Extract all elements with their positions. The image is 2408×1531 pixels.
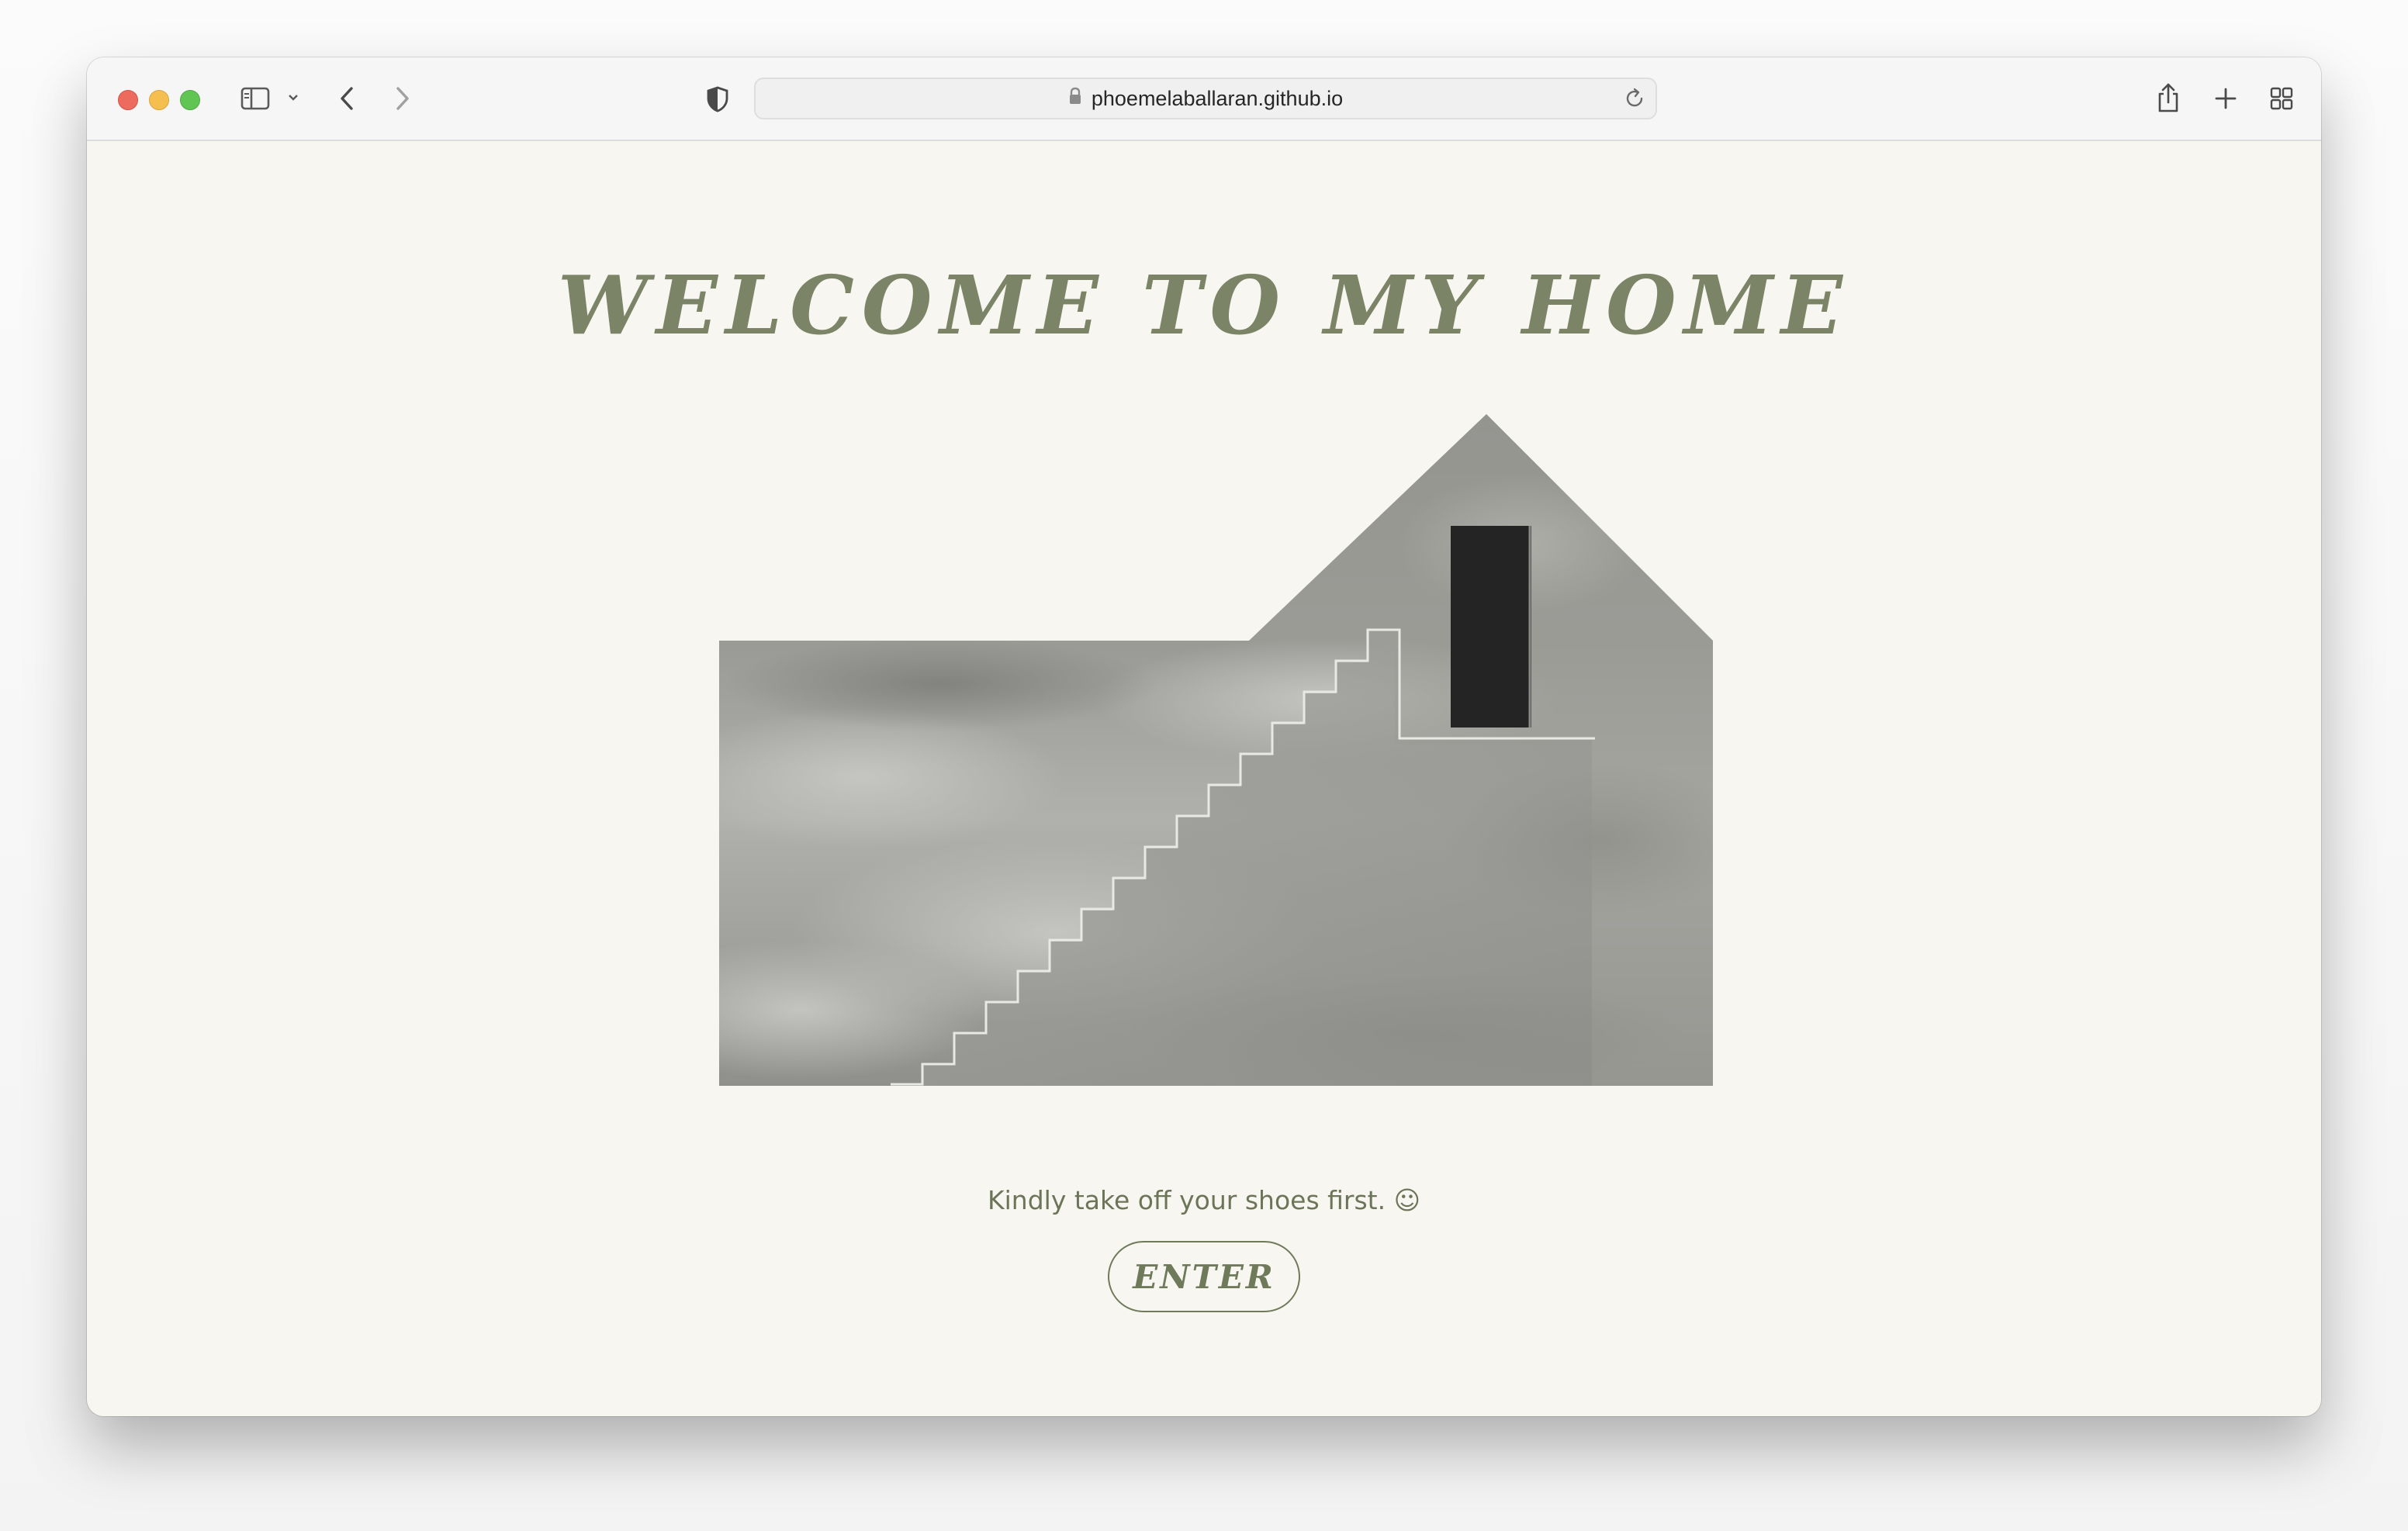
- house-photo: [719, 414, 1713, 1086]
- close-window-button[interactable]: [118, 90, 138, 110]
- back-icon[interactable]: [335, 84, 358, 113]
- desktop: phoemelaballaran.github.io WELCOME TO MY…: [0, 0, 2408, 1531]
- chevron-down-icon[interactable]: [285, 90, 301, 105]
- forward-icon[interactable]: [391, 84, 414, 113]
- sidebar-icon[interactable]: [239, 85, 272, 112]
- reload-icon[interactable]: [1623, 87, 1646, 114]
- tab-overview-icon[interactable]: [2268, 85, 2295, 112]
- shield-icon[interactable]: [704, 85, 731, 113]
- browser-window: phoemelaballaran.github.io WELCOME TO MY…: [87, 57, 2321, 1416]
- lock-icon: [1068, 87, 1082, 111]
- zoom-window-button[interactable]: [180, 90, 200, 110]
- enter-button[interactable]: ENTER: [1108, 1241, 1300, 1312]
- house-image: [719, 414, 1713, 1086]
- address-bar[interactable]: phoemelaballaran.github.io: [754, 78, 1657, 119]
- share-icon[interactable]: [2155, 81, 2181, 115]
- browser-toolbar: phoemelaballaran.github.io: [87, 57, 2321, 141]
- minimize-window-button[interactable]: [149, 90, 169, 110]
- url-text: phoemelaballaran.github.io: [1091, 86, 1344, 110]
- page-content: WELCOME TO MY HOME Kindly take off your …: [87, 141, 2321, 1416]
- plus-icon[interactable]: [2213, 85, 2239, 112]
- tagline: Kindly take off your shoes first. ☺: [987, 1185, 1420, 1215]
